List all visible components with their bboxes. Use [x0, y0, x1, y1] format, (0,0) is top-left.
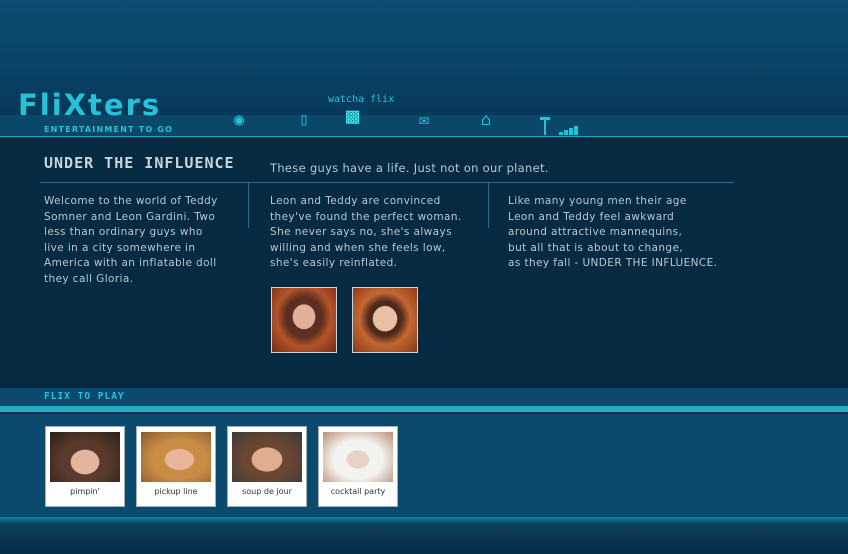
signal-icon[interactable]	[540, 115, 584, 135]
flix-caption: pimpin'	[70, 487, 100, 496]
footer-strip	[0, 517, 848, 554]
divider	[40, 182, 734, 183]
flix-list	[0, 414, 848, 517]
mail-icon[interactable]: ✉	[419, 110, 429, 130]
camera-icon[interactable]: ▩	[346, 106, 359, 128]
flix-thumbnail	[141, 432, 211, 482]
divider	[0, 406, 848, 412]
flix-item[interactable]: pickup line	[136, 426, 216, 507]
column-divider	[488, 183, 489, 228]
logo[interactable]: FliXters	[18, 88, 161, 122]
description-column-2: Leon and Teddy are convinced they've fou…	[270, 195, 462, 270]
description-column-3: Like many young men their age Leon and T…	[508, 195, 718, 270]
flix-thumbnail	[50, 432, 120, 482]
flix-thumbnail	[323, 432, 393, 482]
flix-item[interactable]: cocktail party	[318, 426, 398, 507]
cast-photo-teddy[interactable]	[352, 287, 418, 353]
flix-thumbnail	[232, 432, 302, 482]
page-title: UNDER THE INFLUENCE	[44, 154, 235, 172]
flix-item[interactable]: pimpin'	[45, 426, 125, 507]
chat-icon[interactable]: ◉	[234, 110, 244, 130]
tagline: ENTERTAINMENT TO GO	[44, 125, 174, 134]
column-divider	[248, 183, 249, 228]
page-subtitle: These guys have a life. Just not on our …	[270, 161, 549, 175]
flix-item[interactable]: soup de jour	[227, 426, 307, 507]
flix-bar	[0, 388, 848, 406]
active-nav-label: watcha flix	[328, 94, 395, 105]
phone-icon[interactable]: ▯	[299, 110, 309, 130]
section-title-flix: FLIX TO PLAY	[44, 391, 125, 402]
flix-caption: pickup line	[154, 487, 198, 496]
description-column-1: Welcome to the world of Teddy Somner and…	[44, 195, 218, 285]
home-icon[interactable]: ⌂	[481, 110, 491, 130]
flix-caption: cocktail party	[330, 487, 386, 496]
cast-photo-leon[interactable]	[271, 287, 337, 353]
flix-caption: soup de jour	[242, 487, 292, 496]
